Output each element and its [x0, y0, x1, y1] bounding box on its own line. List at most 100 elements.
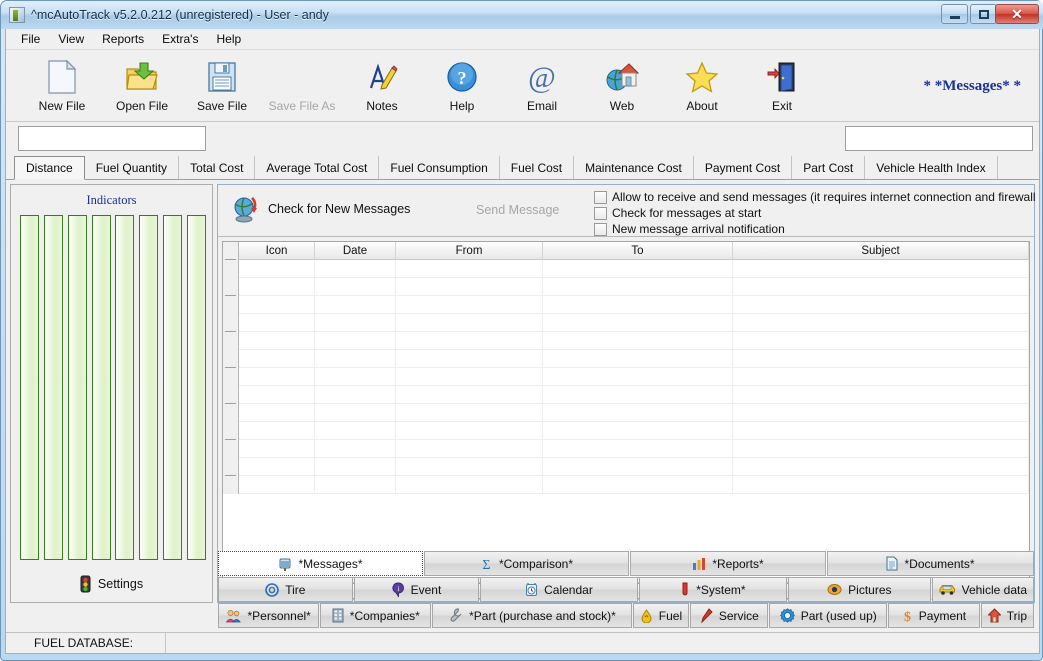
table-cell[interactable] [396, 476, 543, 494]
bottom-tab-trip[interactable]: Trip [980, 603, 1034, 628]
table-cell[interactable] [733, 404, 1029, 422]
bottom-tab-part-purchase-stock[interactable]: *Part (purchase and stock)* [432, 603, 632, 628]
table-cell[interactable] [239, 296, 315, 314]
column-header-date[interactable]: Date [315, 242, 396, 260]
checkbox-check-at-start[interactable] [594, 206, 607, 220]
row-gutter[interactable] [223, 439, 239, 458]
table-cell[interactable] [239, 458, 315, 476]
row-gutter[interactable] [223, 350, 239, 368]
tab-payment-cost[interactable]: Payment Cost [693, 156, 793, 179]
row-gutter[interactable] [223, 403, 239, 422]
toolbar-exit[interactable]: Exit [742, 56, 822, 113]
table-cell[interactable] [733, 332, 1029, 350]
table-cell[interactable] [396, 404, 543, 422]
row-gutter[interactable] [223, 259, 239, 278]
table-cell[interactable] [396, 422, 543, 440]
bottom-tab-pictures[interactable]: Pictures [788, 577, 931, 602]
table-cell[interactable] [543, 440, 733, 458]
toolbar-help[interactable]: ? Help [422, 56, 502, 113]
table-cell[interactable] [396, 386, 543, 404]
table-row[interactable] [223, 331, 1029, 350]
table-cell[interactable] [239, 422, 315, 440]
row-gutter[interactable] [223, 278, 239, 296]
menu-item-view[interactable]: View [49, 30, 93, 48]
check-new-messages-button[interactable]: Check for New Messages [230, 195, 410, 223]
table-cell[interactable] [733, 368, 1029, 386]
table-cell[interactable] [396, 296, 543, 314]
bottom-tab-tire[interactable]: Tire [218, 577, 353, 602]
table-cell[interactable] [733, 476, 1029, 494]
table-cell[interactable] [543, 476, 733, 494]
left-text-input[interactable] [18, 126, 206, 151]
table-cell[interactable] [733, 278, 1029, 296]
maximize-button[interactable] [970, 4, 997, 24]
table-row[interactable] [223, 314, 1029, 332]
table-cell[interactable] [239, 404, 315, 422]
table-cell[interactable] [543, 368, 733, 386]
table-cell[interactable] [315, 314, 396, 332]
bottom-tab-vehicle-data[interactable]: Vehicle data [931, 577, 1034, 602]
table-cell[interactable] [396, 440, 543, 458]
row-gutter[interactable] [223, 475, 239, 494]
table-cell[interactable] [315, 350, 396, 368]
table-cell[interactable] [543, 332, 733, 350]
tab-fuel-consumption[interactable]: Fuel Consumption [379, 156, 500, 179]
table-row[interactable] [223, 386, 1029, 404]
close-button[interactable]: ✕ [995, 4, 1039, 24]
tab-fuel-quantity[interactable]: Fuel Quantity [84, 156, 180, 179]
table-cell[interactable] [733, 440, 1029, 458]
bottom-tab-reports[interactable]: *Reports* [630, 551, 826, 576]
table-cell[interactable] [396, 332, 543, 350]
table-cell[interactable] [239, 332, 315, 350]
bottom-tab-payment[interactable]: $ Payment [888, 603, 980, 628]
table-cell[interactable] [396, 278, 543, 296]
tab-part-cost[interactable]: Part Cost [792, 156, 866, 179]
table-cell[interactable] [543, 260, 733, 278]
bottom-tab-part-used-up[interactable]: Part (used up) [769, 603, 888, 628]
table-cell[interactable] [733, 296, 1029, 314]
menu-item-help[interactable]: Help [207, 30, 250, 48]
menu-item-file[interactable]: File [12, 30, 49, 48]
table-cell[interactable] [543, 422, 733, 440]
table-row[interactable] [223, 278, 1029, 296]
table-cell[interactable] [543, 350, 733, 368]
table-cell[interactable] [315, 296, 396, 314]
bottom-tab-comparison[interactable]: Σ *Comparison* [424, 551, 629, 576]
toolbar-email[interactable]: @ Email [502, 56, 582, 113]
table-cell[interactable] [733, 350, 1029, 368]
row-gutter[interactable] [223, 331, 239, 350]
menu-item-extras[interactable]: Extra's [153, 30, 207, 48]
checkbox-arrival-notification[interactable] [594, 222, 607, 236]
table-row[interactable] [223, 367, 1029, 386]
tab-fuel-cost[interactable]: Fuel Cost [499, 156, 575, 179]
column-header-subject[interactable]: Subject [733, 242, 1029, 260]
table-cell[interactable] [396, 368, 543, 386]
table-row[interactable] [223, 422, 1029, 440]
table-cell[interactable] [315, 332, 396, 350]
table-cell[interactable] [315, 260, 396, 278]
table-cell[interactable] [315, 458, 396, 476]
toolbar-new-file[interactable]: New File [22, 56, 102, 113]
column-header-from[interactable]: From [396, 242, 543, 260]
tab-total-cost[interactable]: Total Cost [179, 156, 256, 179]
table-cell[interactable] [239, 476, 315, 494]
table-cell[interactable] [543, 404, 733, 422]
bottom-tab-service[interactable]: Service [690, 603, 769, 628]
table-row[interactable] [223, 259, 1029, 278]
table-cell[interactable] [315, 422, 396, 440]
option-allow-messages[interactable]: Allow to receive and send messages (it r… [594, 189, 1039, 205]
table-cell[interactable] [733, 314, 1029, 332]
toolbar-save-file-as[interactable]: Save File As [262, 56, 342, 113]
table-row[interactable] [223, 439, 1029, 458]
table-cell[interactable] [543, 458, 733, 476]
table-cell[interactable] [315, 476, 396, 494]
bottom-tab-documents[interactable]: *Documents* [827, 551, 1034, 576]
tab-vehicle-health-index[interactable]: Vehicle Health Index [865, 156, 998, 179]
minimize-button[interactable] [941, 4, 968, 24]
table-cell[interactable] [239, 314, 315, 332]
table-row[interactable] [223, 350, 1029, 368]
table-cell[interactable] [239, 260, 315, 278]
row-gutter[interactable] [223, 367, 239, 386]
table-cell[interactable] [315, 440, 396, 458]
table-cell[interactable] [315, 386, 396, 404]
